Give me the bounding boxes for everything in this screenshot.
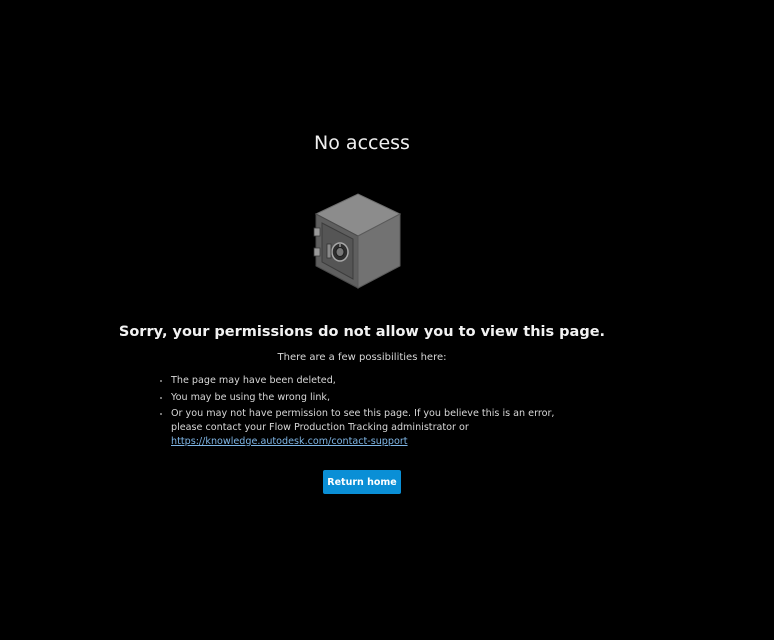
page-title: No access xyxy=(314,132,410,154)
error-heading: Sorry, your permissions do not allow you… xyxy=(118,324,606,340)
list-item: Or you may not have permission to see th… xyxy=(171,407,571,449)
return-home-button[interactable]: Return home xyxy=(323,470,401,494)
safe-icon xyxy=(310,192,406,292)
reason-text: Or you may not have permission to see th… xyxy=(171,408,555,433)
no-access-page: No access Sorry, your permissions do not… xyxy=(0,0,774,640)
reason-text: The page may have been deleted, xyxy=(171,375,336,386)
support-link[interactable]: https://knowledge.autodesk.com/contact-s… xyxy=(171,436,408,447)
error-subheading: There are a few possibilities here: xyxy=(277,352,447,363)
list-item: The page may have been deleted, xyxy=(171,374,571,388)
list-item: You may be using the wrong link, xyxy=(171,391,571,405)
reasons-list: The page may have been deleted, You may … xyxy=(157,374,571,452)
reason-text: You may be using the wrong link, xyxy=(171,391,331,403)
